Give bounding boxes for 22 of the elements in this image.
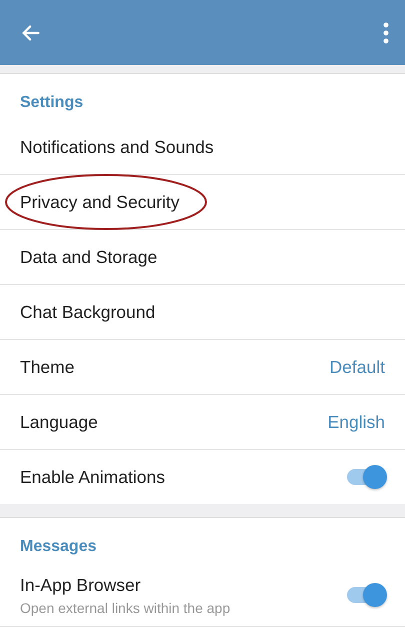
settings-row[interactable]: Theme Default	[0, 340, 405, 395]
setting-label: Language	[20, 412, 98, 432]
settings-row[interactable]: In-App Browser Open external links within the app	[0, 564, 405, 627]
section-title: Messages	[19, 537, 98, 557]
setting-label: Privacy and Security	[20, 192, 180, 212]
setting-label: Data and Storage	[20, 246, 158, 268]
setting-label: Notifications and Sounds	[20, 136, 214, 158]
setting-description: Open external links within the app	[20, 600, 230, 616]
more-menu-icon[interactable]	[383, 22, 389, 44]
setting-label: In-App Browser	[20, 574, 142, 596]
settings-row[interactable]: Notifications and Sounds	[0, 120, 405, 175]
settings-row[interactable]: Privacy and Security	[0, 175, 405, 230]
settings-row[interactable]: Enable Animations	[0, 450, 405, 504]
settings-row[interactable]: Language English	[0, 395, 405, 450]
section-title: Settings	[19, 93, 84, 113]
settings-row[interactable]: Chat Background	[0, 285, 405, 340]
setting-label: Chat Background	[20, 302, 156, 322]
settings-row[interactable]: Data and Storage	[0, 230, 405, 285]
setting-label: Enable Animations	[20, 466, 165, 488]
setting-value: Default	[330, 356, 385, 378]
setting-label: Theme	[20, 356, 74, 378]
setting-value: English	[328, 412, 385, 432]
